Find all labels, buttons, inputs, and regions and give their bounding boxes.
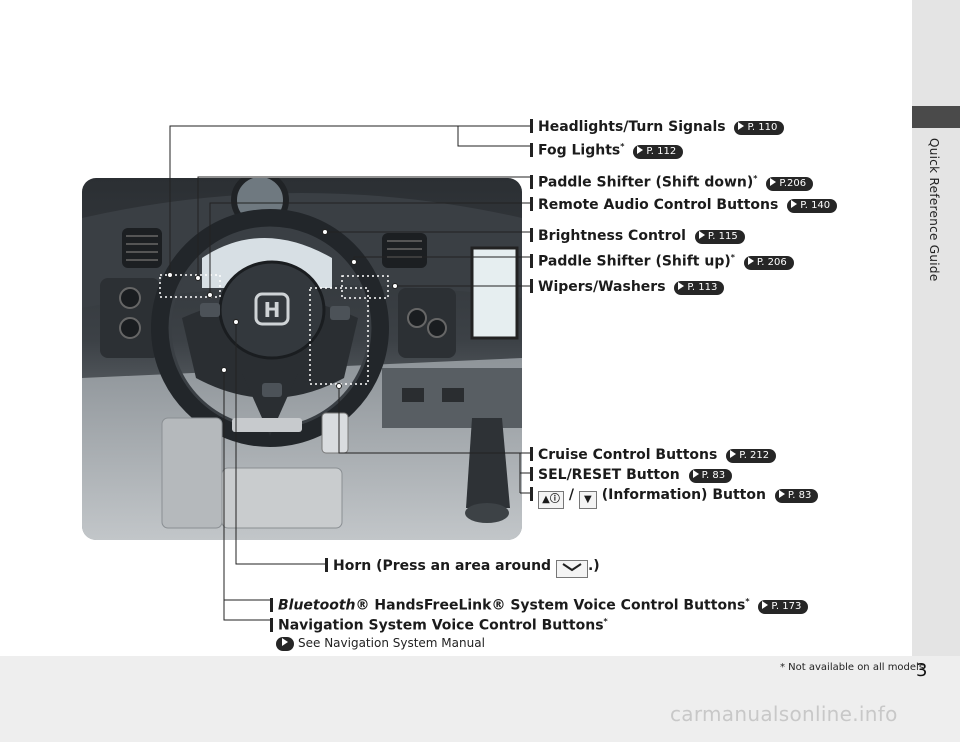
callout-navigation-voice: Navigation System Voice Control Buttons* [270,613,608,635]
callout-bluetooth-brand: Bluetooth [278,597,356,614]
callout-information-button: ▲ⓘ / ▼ (Information) Button P. 83 [530,486,819,509]
callout-fog-lights-text: Fog Lights [538,142,621,159]
callout-paddle-shifter-down: Paddle Shifter (Shift down)* P.206 [530,170,814,192]
page-reference-link[interactable]: P. 173 [758,599,809,614]
callout-information-text: (Information) Button [601,487,766,503]
footnote: * Not available on all models [780,662,925,673]
info-up-button-icon: ▲ⓘ [538,491,564,509]
callout-cruise-text: Cruise Control Buttons [538,447,718,463]
navigation-manual-note: See Navigation System Manual [276,636,485,651]
watermark: carmanualsonline.info [670,702,898,726]
callout-fog-lights: Fog Lights* P. 112 [530,138,684,160]
callout-paddle-shifter-up: Paddle Shifter (Shift up)* P. 206 [530,249,794,271]
page-reference-link[interactable]: P. 140 [787,199,838,213]
page-reference-link[interactable]: P. 115 [694,230,745,244]
callout-navigation-text: Navigation System Voice Control Buttons [278,617,604,634]
callout-bluetooth-text: ® HandsFreeLink® System Voice Control Bu… [355,597,746,614]
callout-horn: Horn (Press an area around .) [325,557,600,578]
callout-brightness-text: Brightness Control [538,228,686,244]
callout-remote-audio: Remote Audio Control Buttons P. 140 [530,196,838,214]
callout-headlights-text: Headlights/Turn Signals [538,119,726,135]
page-reference-link[interactable]: P. 212 [726,449,777,463]
sidebar-title: Quick Reference Guide [927,138,941,282]
callout-horn-text: Horn (Press an area around [333,558,552,574]
callout-wipers: Wipers/Washers P. 113 [530,278,725,296]
callout-cruise-control: Cruise Control Buttons P. 212 [530,446,777,464]
callout-headlights: Headlights/Turn Signals P. 110 [530,118,785,136]
svg-text:H: H [264,298,281,322]
page-reference-link[interactable]: P. 206 [743,255,794,270]
horn-icon [555,560,588,578]
callout-sel-reset-text: SEL/RESET Button [538,467,680,483]
page-reference-link[interactable]: P. 110 [734,121,785,135]
callout-remote-audio-text: Remote Audio Control Buttons [538,197,779,213]
chapter-tab [912,106,960,128]
page-reference-link[interactable]: P. 113 [674,281,725,295]
callout-wipers-text: Wipers/Washers [538,279,666,295]
callout-sel-reset: SEL/RESET Button P. 83 [530,466,733,484]
page-reference-link[interactable]: P. 83 [688,469,733,483]
reference-arrow-icon[interactable] [276,637,294,651]
page-reference-link[interactable]: P. 83 [774,489,819,503]
callout-paddle-up-text: Paddle Shifter (Shift up) [538,253,731,270]
page-number: 3 [916,660,928,681]
sidebar [912,0,960,656]
page-reference-link[interactable]: P. 112 [633,144,684,159]
callout-bluetooth: Bluetooth® HandsFreeLink® System Voice C… [270,593,809,615]
info-down-button-icon: ▼ [578,491,597,509]
page-reference-link[interactable]: P.206 [766,176,814,191]
callout-paddle-down-text: Paddle Shifter (Shift down) [538,174,754,191]
callout-brightness: Brightness Control P. 115 [530,227,745,245]
dashboard-photo: H [82,178,522,540]
